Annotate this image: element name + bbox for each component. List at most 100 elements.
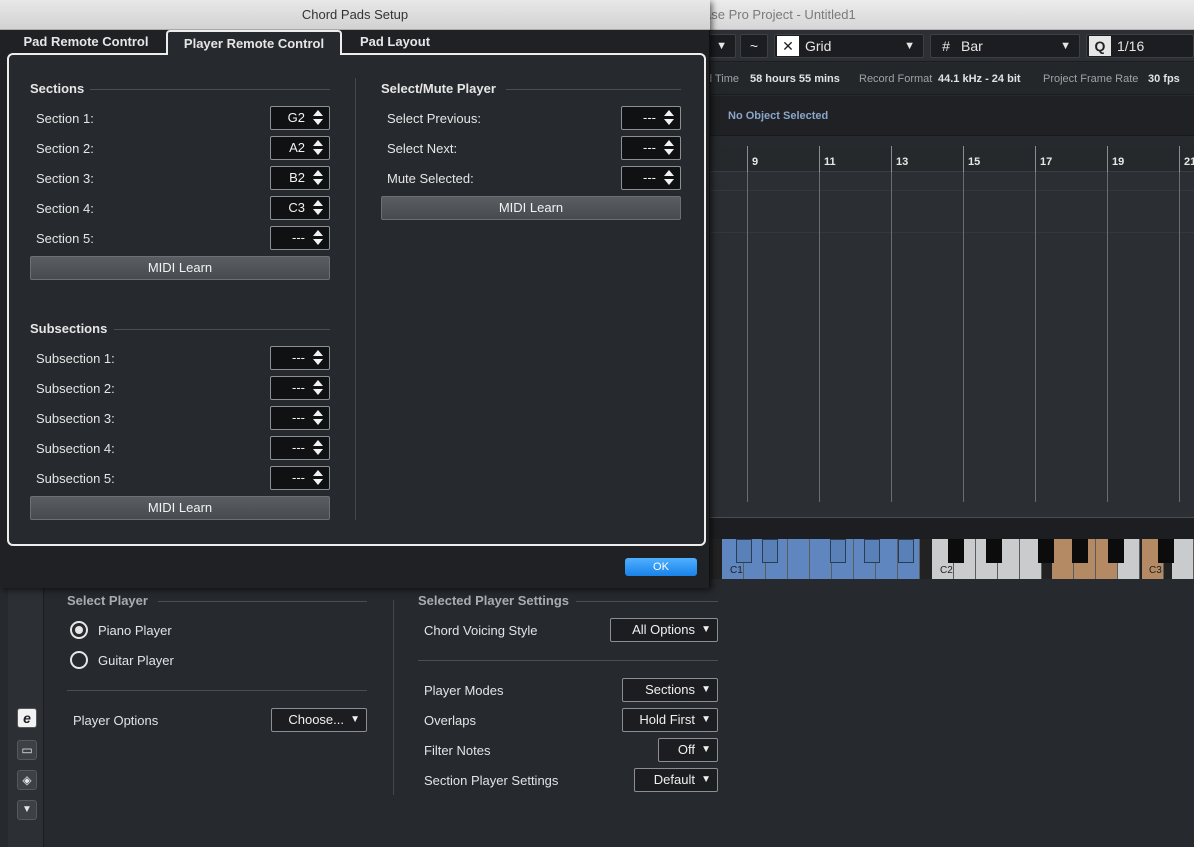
no-object-selected-text: No Object Selected bbox=[728, 110, 829, 122]
ruler-number: 17 bbox=[1040, 156, 1053, 168]
subsection-5-label: Subsection 5: bbox=[36, 471, 115, 486]
subsection-4-selector[interactable]: --- bbox=[270, 436, 330, 460]
snap-type-dropdown[interactable]: ✕ Grid ▼ bbox=[774, 34, 924, 58]
ruler-number: 9 bbox=[752, 156, 759, 168]
black-key[interactable] bbox=[1072, 539, 1088, 563]
snap-icon: ✕ bbox=[777, 36, 799, 56]
black-key[interactable] bbox=[898, 539, 914, 563]
overlaps-dropdown[interactable]: Hold First bbox=[622, 708, 718, 732]
piano-keyboard[interactable]: C1 C2 C3 bbox=[700, 539, 1194, 579]
player-options-label: Player Options bbox=[73, 713, 159, 728]
frame-rate-value: 30 fps bbox=[1148, 73, 1180, 85]
snap-type-value: Grid bbox=[805, 38, 832, 54]
select-mute-player-title: Select/Mute Player bbox=[381, 81, 496, 96]
black-key[interactable] bbox=[1158, 539, 1174, 563]
stepper-arrows-icon bbox=[313, 109, 323, 127]
section-2-selector[interactable]: A2 bbox=[270, 136, 330, 160]
quantize-dropdown[interactable]: Q 1/16 bbox=[1086, 34, 1194, 58]
subsection-1-selector[interactable]: --- bbox=[270, 346, 330, 370]
white-key[interactable] bbox=[788, 539, 810, 579]
black-key[interactable] bbox=[1038, 539, 1054, 563]
white-key[interactable] bbox=[810, 539, 832, 579]
chord-voicing-dropdown[interactable]: All Options bbox=[610, 618, 718, 642]
guitar-player-radio[interactable] bbox=[70, 651, 88, 669]
stepper-arrows-icon bbox=[313, 229, 323, 247]
grid-type-value: Bar bbox=[961, 38, 983, 54]
time-label: d Time bbox=[706, 73, 740, 85]
tab-player-remote-control[interactable]: Player Remote Control bbox=[166, 30, 342, 55]
key-label: C1 bbox=[730, 565, 743, 576]
stepper-arrows-icon bbox=[664, 139, 674, 157]
time-value: 58 hours 55 mins bbox=[750, 73, 840, 85]
black-key[interactable] bbox=[864, 539, 880, 563]
grid-line bbox=[1107, 172, 1108, 502]
player-modes-dropdown[interactable]: Sections bbox=[622, 678, 718, 702]
select-previous-label: Select Previous: bbox=[387, 111, 481, 126]
ruler-number: 13 bbox=[896, 156, 909, 168]
section-1-selector[interactable]: G2 bbox=[270, 106, 330, 130]
guitar-player-label: Guitar Player bbox=[98, 653, 174, 668]
editor-icon[interactable]: e bbox=[17, 708, 37, 728]
grid-line bbox=[1179, 172, 1180, 502]
white-key[interactable] bbox=[1052, 539, 1074, 579]
section-player-settings-dropdown[interactable]: Default bbox=[634, 768, 718, 792]
grid-type-dropdown[interactable]: # Bar ▼ bbox=[930, 34, 1080, 58]
grid-line bbox=[747, 172, 748, 502]
timeline-ruler[interactable]: 9 11 13 15 17 19 21 bbox=[700, 146, 1194, 172]
black-key[interactable] bbox=[830, 539, 846, 563]
stepper-arrows-icon bbox=[664, 109, 674, 127]
select-next-selector[interactable]: --- bbox=[621, 136, 681, 160]
select-previous-selector[interactable]: --- bbox=[621, 106, 681, 130]
cube-icon[interactable]: ◈ bbox=[17, 770, 37, 790]
filter-notes-dropdown[interactable]: Off bbox=[658, 738, 718, 762]
snap-toggle-button[interactable]: ~ bbox=[740, 34, 768, 58]
subsection-3-selector[interactable]: --- bbox=[270, 406, 330, 430]
tab-pad-layout[interactable]: Pad Layout bbox=[352, 30, 438, 53]
select-next-label: Select Next: bbox=[387, 141, 458, 156]
wave-icon: ~ bbox=[749, 38, 759, 54]
quantize-icon: Q bbox=[1089, 36, 1111, 56]
subsection-1-label: Subsection 1: bbox=[36, 351, 115, 366]
tab-pad-remote-control[interactable]: Pad Remote Control bbox=[18, 30, 154, 53]
divider bbox=[158, 601, 367, 602]
player-options-dropdown[interactable]: Choose... bbox=[271, 708, 367, 732]
zone-splitter[interactable] bbox=[700, 517, 1194, 539]
piano-player-label: Piano Player bbox=[98, 623, 172, 638]
stepper-arrows-icon bbox=[313, 469, 323, 487]
info-bar: d Time 58 hours 55 mins Record Format 44… bbox=[700, 63, 1194, 95]
section-3-selector[interactable]: B2 bbox=[270, 166, 330, 190]
piano-player-radio[interactable] bbox=[70, 621, 88, 639]
black-key[interactable] bbox=[762, 539, 778, 563]
black-key[interactable] bbox=[986, 539, 1002, 563]
chevron-down-icon: ▼ bbox=[1060, 40, 1071, 52]
mute-selected-selector[interactable]: --- bbox=[621, 166, 681, 190]
subsection-2-selector[interactable]: --- bbox=[270, 376, 330, 400]
divider bbox=[114, 329, 330, 330]
grid-icon: # bbox=[942, 38, 950, 54]
section-4-label: Section 4: bbox=[36, 201, 94, 216]
section-4-selector[interactable]: C3 bbox=[270, 196, 330, 220]
record-format-label: Record Format bbox=[859, 73, 933, 85]
select-mute-midi-learn-button[interactable]: MIDI Learn bbox=[381, 196, 681, 220]
chevron-down-icon[interactable]: ▼ bbox=[17, 800, 37, 820]
chat-icon[interactable]: ▭ bbox=[17, 740, 37, 760]
divider bbox=[418, 660, 718, 661]
grid-line bbox=[963, 172, 964, 502]
grid-row-line bbox=[700, 190, 1194, 191]
sections-midi-learn-button[interactable]: MIDI Learn bbox=[30, 256, 330, 280]
black-key[interactable] bbox=[736, 539, 752, 563]
subsection-3-label: Subsection 3: bbox=[36, 411, 115, 426]
white-key[interactable] bbox=[1172, 539, 1194, 579]
event-grid[interactable] bbox=[700, 172, 1194, 517]
subsection-5-selector[interactable]: --- bbox=[270, 466, 330, 490]
grid-line bbox=[1035, 172, 1036, 502]
black-key[interactable] bbox=[1108, 539, 1124, 563]
frame-rate-label: Project Frame Rate bbox=[1043, 73, 1139, 85]
section-5-selector[interactable]: --- bbox=[270, 226, 330, 250]
grid-row-line bbox=[700, 232, 1194, 233]
mute-selected-label: Mute Selected: bbox=[387, 171, 474, 186]
section-5-label: Section 5: bbox=[36, 231, 94, 246]
subsections-midi-learn-button[interactable]: MIDI Learn bbox=[30, 496, 330, 520]
black-key[interactable] bbox=[948, 539, 964, 563]
ok-button[interactable]: OK bbox=[625, 558, 697, 576]
